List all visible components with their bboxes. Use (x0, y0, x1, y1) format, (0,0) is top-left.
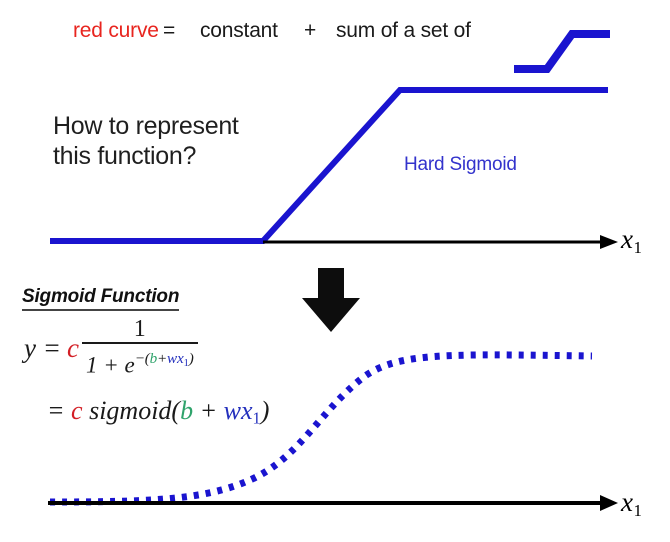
constant-term: constant (200, 19, 278, 42)
x-axis-label-bottom: x1 (621, 487, 642, 521)
x-axis-arrowhead-bottom (600, 495, 618, 511)
red-curve-term: red curve (73, 19, 159, 42)
hard-sigmoid-caption: Hard Sigmoid (404, 154, 517, 175)
hard-sigmoid-chart (50, 87, 618, 249)
x-axis-label-bottom-sub: 1 (633, 500, 642, 520)
equals-sign: = (163, 19, 176, 42)
slide-canvas: red curve = constant + sum of a set of H… (0, 0, 670, 542)
x-axis-label-top-var: x (621, 224, 633, 254)
sigmoid-function-block: Sigmoid Function (22, 286, 312, 311)
sum-of-a-set-of-term: sum of a set of (336, 19, 471, 42)
hard-sigmoid-curve (50, 87, 608, 244)
sigmoid-curve (49, 351, 593, 506)
x-axis-arrowhead (600, 235, 618, 249)
x-axis-label-top: x1 (621, 224, 642, 258)
x-axis-label-bottom-var: x (621, 487, 633, 517)
sigmoid-function-title: Sigmoid Function (22, 286, 179, 311)
sigmoid-chart (48, 351, 618, 511)
plus-sign: + (304, 19, 317, 42)
x-axis-label-top-sub: 1 (633, 237, 642, 257)
top-equation-row: red curve = constant + sum of a set of (0, 18, 670, 73)
